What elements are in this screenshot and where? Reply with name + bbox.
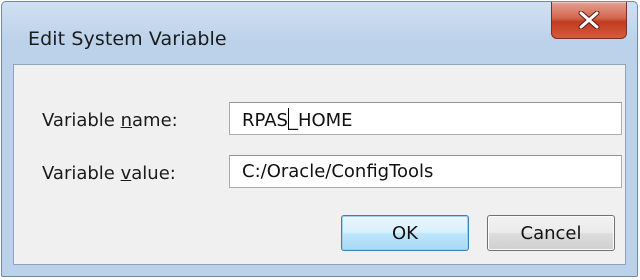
variable-value-input[interactable]: C:/Oracle/ConfigTools — [229, 155, 622, 188]
variable-value-label: Variable value: — [42, 163, 176, 184]
dialog-client-area: Variable name: RPAS_HOME Variable value:… — [13, 64, 626, 265]
dialog-title: Edit System Variable — [28, 28, 227, 50]
variable-name-input[interactable]: RPAS_HOME — [229, 102, 622, 135]
ok-button[interactable]: OK — [341, 215, 469, 251]
close-button[interactable] — [551, 2, 627, 39]
close-icon — [578, 11, 600, 29]
title-bar[interactable]: Edit System Variable — [2, 2, 637, 64]
variable-name-label: Variable name: — [42, 110, 178, 131]
cancel-button[interactable]: Cancel — [487, 215, 615, 251]
edit-system-variable-dialog: Edit System Variable Variable name: RPAS… — [1, 1, 638, 277]
